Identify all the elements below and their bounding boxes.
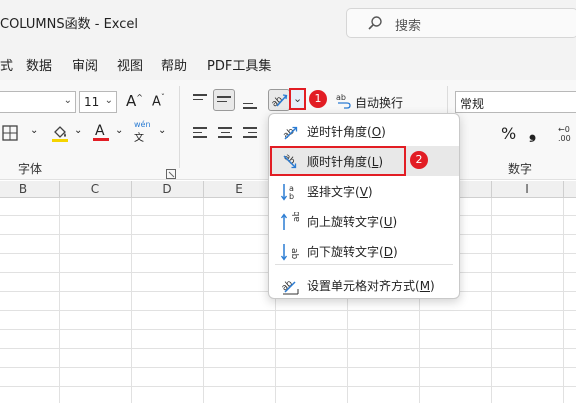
column-header-i[interactable]: I <box>491 182 563 196</box>
font-color-icon[interactable]: A <box>92 122 110 146</box>
column-header-b[interactable]: B <box>0 182 59 196</box>
menu-item-format-cell-alignment[interactable]: ab 设置单元格对齐方式(M) <box>269 270 459 300</box>
font-size-combo[interactable]: 11 ⌄ <box>79 91 117 113</box>
svg-text:ab: ab <box>336 93 346 102</box>
number-format-value: 常规 <box>460 97 485 111</box>
step-badge-1: 1 <box>309 90 327 108</box>
vertical-text-icon: ab <box>280 182 300 202</box>
percent-style-icon[interactable]: % <box>501 124 516 143</box>
svg-text:.00: .00 <box>558 134 571 142</box>
align-top-icon[interactable] <box>193 94 207 106</box>
highlight-frame <box>270 146 406 176</box>
wrap-text-label[interactable]: 自动换行 <box>355 94 403 111</box>
font-size-value: 11 <box>84 95 100 109</box>
font-group-label: 字体 <box>18 162 43 176</box>
menu-item-vertical-text[interactable]: ab 竖排文字(V) <box>269 176 459 206</box>
svg-text:A: A <box>95 123 105 139</box>
borders-icon[interactable] <box>2 124 20 146</box>
wrap-text-icon[interactable]: ab <box>336 91 352 113</box>
chevron-down-icon[interactable]: ⌄ <box>30 125 38 136</box>
column-header-c[interactable]: C <box>59 182 131 196</box>
align-bottom-icon[interactable] <box>243 98 257 110</box>
phonetic-guide-icon[interactable]: wén 文 <box>134 120 151 144</box>
column-divider <box>563 181 564 198</box>
rotate-text-up-icon: ab <box>280 210 302 232</box>
chevron-down-icon[interactable]: ⌄ <box>115 125 123 136</box>
ribbon-separator <box>179 86 180 168</box>
title-bar: COLUMNS函数 - Excel 搜索 <box>0 0 576 46</box>
chevron-down-icon: ⌄ <box>63 95 72 106</box>
column-divider <box>203 181 204 198</box>
column-header-d[interactable]: D <box>131 182 203 196</box>
align-right-icon[interactable] <box>243 127 257 139</box>
menu-review[interactable]: 审阅 <box>72 55 98 74</box>
chevron-down-icon: ⌄ <box>293 92 303 105</box>
column-divider <box>491 181 492 198</box>
menu-formulas[interactable]: 式 <box>0 55 13 74</box>
search-placeholder: 搜索 <box>395 19 422 34</box>
align-center-icon[interactable] <box>218 127 232 139</box>
menu-bar: 式 数据 审阅 视图 帮助 PDF工具集 <box>0 46 576 80</box>
svg-text:←0: ←0 <box>558 125 570 134</box>
menu-help[interactable]: 帮助 <box>161 55 187 74</box>
column-divider <box>59 181 60 198</box>
orientation-icon: ab <box>270 91 288 113</box>
menu-item-rotate-text-up[interactable]: ab 向上旋转文字(U) <box>269 206 459 236</box>
chevron-down-icon[interactable]: ⌄ <box>158 125 166 136</box>
svg-text:b: b <box>289 192 294 201</box>
align-left-icon[interactable] <box>193 127 207 139</box>
menu-pdf-tools[interactable]: PDF工具集 <box>207 55 271 74</box>
search-box[interactable]: 搜索 <box>346 8 576 38</box>
svg-text:ab: ab <box>270 94 285 109</box>
window-title: COLUMNS函数 - Excel <box>0 17 139 32</box>
menu-item-angle-counterclockwise[interactable]: ab 逆时针角度(O) <box>269 116 459 146</box>
step-badge-2: 2 <box>410 151 428 169</box>
shrink-font-icon[interactable]: Aˇ <box>152 93 165 109</box>
svg-text:ab: ab <box>280 278 295 293</box>
search-icon <box>367 15 383 35</box>
format-alignment-icon: ab <box>280 276 300 296</box>
menu-separator <box>275 264 453 265</box>
comma-style-icon[interactable]: ❟ <box>529 122 536 143</box>
orientation-menu: ab 逆时针角度(O) ab 顺时针角度(L) ab 竖排文字(V) ab 向上… <box>268 113 460 299</box>
menu-data[interactable]: 数据 <box>26 55 52 74</box>
column-header-e[interactable]: E <box>203 182 275 196</box>
svg-text:ab: ab <box>292 212 300 222</box>
increase-decimal-icon[interactable]: ←0.00 <box>556 124 576 146</box>
column-divider <box>131 181 132 198</box>
font-name-combo[interactable]: ⌄ <box>0 91 76 113</box>
menu-view[interactable]: 视图 <box>117 55 143 74</box>
svg-text:ab: ab <box>281 126 296 141</box>
orientation-dropdown-button[interactable]: ⌄ <box>289 88 306 110</box>
chevron-down-icon[interactable]: ⌄ <box>74 125 82 136</box>
number-group-label: 数字 <box>508 162 533 176</box>
align-middle-icon <box>217 96 231 108</box>
angle-counterclockwise-icon: ab <box>280 122 300 142</box>
grow-font-icon[interactable]: A^ <box>126 92 143 110</box>
rotate-text-down-icon: ab <box>280 242 300 262</box>
fill-color-icon[interactable] <box>50 123 70 147</box>
svg-text:ab: ab <box>289 248 299 260</box>
number-format-combo[interactable]: 常规 <box>455 91 576 113</box>
chevron-down-icon: ⌄ <box>104 95 113 106</box>
menu-item-rotate-text-down[interactable]: ab 向下旋转文字(D) <box>269 236 459 266</box>
